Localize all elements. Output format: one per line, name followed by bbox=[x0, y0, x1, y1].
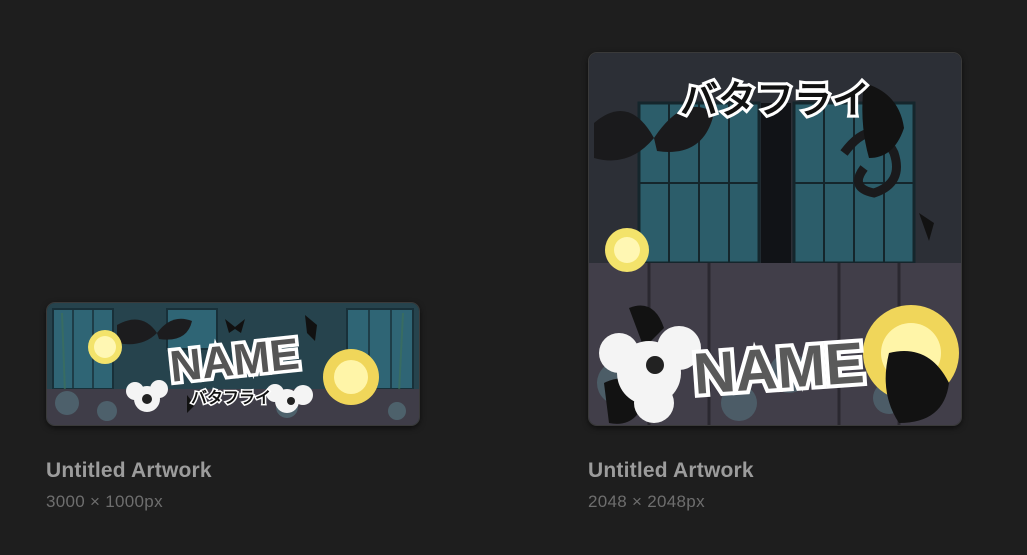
artwork-title-1[interactable]: Untitled Artwork bbox=[46, 459, 212, 483]
artwork-dimensions-1: 3000 × 1000px bbox=[46, 492, 163, 511]
artwork-card-1[interactable]: NAME バタフライ Untitled Artwork 3000 × 1000p… bbox=[46, 302, 420, 522]
artwork-card-2[interactable]: バタフライ NAME Untitled Artwork 2048 × 2048p… bbox=[588, 52, 962, 522]
artwork-title-2[interactable]: Untitled Artwork bbox=[588, 459, 754, 483]
artwork-dimensions-2: 2048 × 2048px bbox=[588, 492, 705, 511]
square-artwork-image: バタフライ NAME bbox=[589, 53, 961, 425]
banner-sub-text: バタフライ bbox=[191, 388, 271, 407]
square-name-text: NAME bbox=[691, 330, 866, 407]
banner-artwork-image: NAME バタフライ bbox=[47, 303, 419, 425]
artwork-thumbnail-2[interactable]: バタフライ NAME bbox=[588, 52, 962, 426]
square-sub-text: バタフライ bbox=[680, 78, 870, 122]
artwork-thumbnail-1[interactable]: NAME バタフライ bbox=[46, 302, 420, 426]
